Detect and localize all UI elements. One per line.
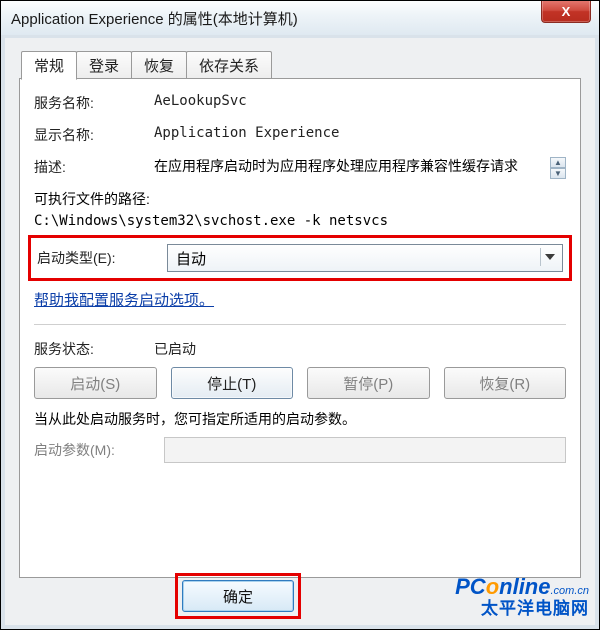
value-display-name: Application Experience <box>154 125 566 141</box>
highlight-ok-button: 确定 <box>175 573 301 619</box>
watermark: PConline.com.cn 太平洋电脑网 <box>455 574 589 619</box>
scroll-down-icon[interactable]: ▼ <box>550 168 566 179</box>
title-bar[interactable]: Application Experience 的属性(本地计算机) X <box>1 1 599 36</box>
label-exe-path: 可执行文件的路径: <box>34 189 566 209</box>
row-start-params: 启动参数(M): <box>34 437 566 463</box>
pause-button: 暂停(P) <box>307 367 430 399</box>
row-description: 描述: 在应用程序启动时为应用程序处理应用程序兼容性缓存请求 ▲ ▼ <box>34 157 566 177</box>
value-exe-path: C:\Windows\system32\svchost.exe -k netsv… <box>34 213 566 229</box>
resume-button: 恢复(R) <box>444 367 567 399</box>
row-service-name: 服务名称: AeLookupSvc <box>34 93 566 113</box>
divider-1 <box>34 324 566 325</box>
value-service-status: 已启动 <box>154 339 566 359</box>
watermark-line2: 太平洋电脑网 <box>455 599 589 619</box>
note-text: 当从此处启动服务时，您可指定所适用的启动参数。 <box>34 409 566 429</box>
row-service-status: 服务状态: 已启动 <box>34 339 566 359</box>
description-box: 在应用程序启动时为应用程序处理应用程序兼容性缓存请求 ▲ ▼ <box>154 157 566 176</box>
row-display-name: 显示名称: Application Experience <box>34 125 566 145</box>
label-service-name: 服务名称: <box>34 93 154 113</box>
ok-button[interactable]: 确定 <box>182 580 294 612</box>
dialog-body: 常规 登录 恢复 依存关系 服务名称: AeLookupSvc 显示名称: Ap… <box>1 35 599 629</box>
window-title: Application Experience 的属性(本地计算机) <box>11 8 298 29</box>
watermark-line1: PConline.com.cn <box>455 574 589 599</box>
select-startup-type[interactable]: 自动 <box>167 244 563 272</box>
description-scrollbar[interactable]: ▲ ▼ <box>550 157 566 176</box>
tab-strip: 常规 登录 恢复 依存关系 <box>21 50 595 79</box>
link-help-configure[interactable]: 帮助我配置服务启动选项。 <box>34 292 214 309</box>
label-service-status: 服务状态: <box>34 339 154 359</box>
label-display-name: 显示名称: <box>34 125 154 145</box>
start-button: 启动(S) <box>34 367 157 399</box>
value-description: 在应用程序启动时为应用程序处理应用程序兼容性缓存请求 <box>154 157 566 176</box>
tab-general[interactable]: 常规 <box>21 51 77 80</box>
value-service-name: AeLookupSvc <box>154 93 566 109</box>
close-button[interactable]: X <box>541 0 591 23</box>
row-startup-type: 启动类型(E): 自动 <box>37 244 563 272</box>
select-startup-type-value: 自动 <box>176 248 206 269</box>
tab-panel-general: 服务名称: AeLookupSvc 显示名称: Application Expe… <box>19 78 581 578</box>
label-description: 描述: <box>34 157 154 177</box>
tab-logon[interactable]: 登录 <box>76 51 132 80</box>
label-startup-type: 启动类型(E): <box>37 248 167 268</box>
chevron-down-icon <box>540 248 559 266</box>
label-start-params: 启动参数(M): <box>34 440 164 460</box>
input-start-params <box>164 437 566 463</box>
dialog-window: Application Experience 的属性(本地计算机) X 常规 登… <box>0 0 600 630</box>
close-icon: X <box>562 4 571 19</box>
service-control-buttons: 启动(S) 停止(T) 暂停(P) 恢复(R) <box>34 367 566 399</box>
tab-dependencies[interactable]: 依存关系 <box>186 51 272 80</box>
stop-button[interactable]: 停止(T) <box>171 367 294 399</box>
scroll-up-icon[interactable]: ▲ <box>550 157 566 168</box>
highlight-startup-type: 启动类型(E): 自动 <box>28 235 572 281</box>
tab-recovery[interactable]: 恢复 <box>131 51 187 80</box>
row-exe-path: 可执行文件的路径: C:\Windows\system32\svchost.ex… <box>34 189 566 229</box>
